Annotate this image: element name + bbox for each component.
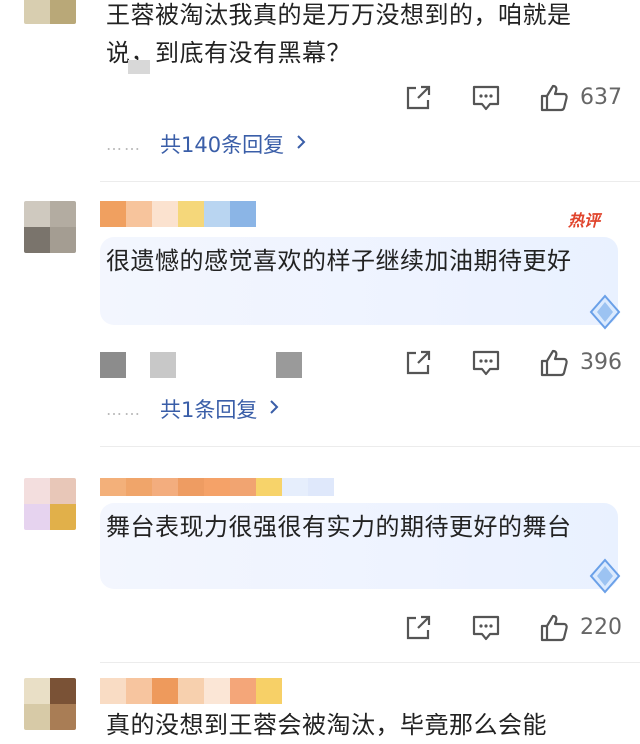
username[interactable] — [100, 678, 282, 704]
comment-4: 真的没想到王蓉会被淘汰，毕竟那么会能 — [0, 0, 640, 739]
comment-text: 真的没想到王蓉会被淘汰，毕竟那么会能 — [106, 711, 547, 739]
avatar[interactable] — [24, 678, 76, 730]
